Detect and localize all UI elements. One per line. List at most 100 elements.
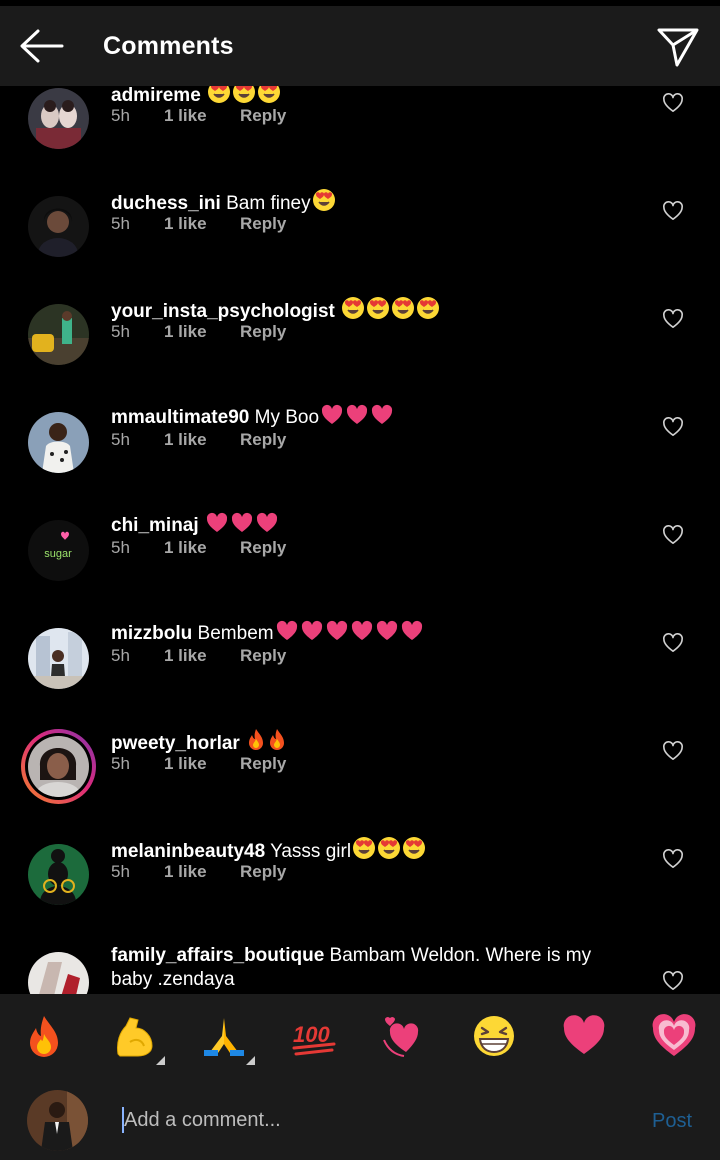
likes-link[interactable]: 1 like xyxy=(164,646,207,666)
avatar[interactable] xyxy=(28,304,89,365)
story-ring[interactable] xyxy=(21,729,96,804)
like-heart-icon[interactable] xyxy=(662,849,684,869)
send-icon[interactable] xyxy=(656,26,700,68)
reply-button[interactable]: Reply xyxy=(240,430,286,450)
comment-row: duchess_ini Bam finey 5h 1 like Reply xyxy=(0,180,720,288)
timestamp: 5h xyxy=(111,862,130,881)
comment-text-line2: baby .zendaya xyxy=(111,969,235,990)
reply-button[interactable]: Reply xyxy=(240,214,286,234)
username-link[interactable]: your_insta_psychologist xyxy=(111,301,335,322)
likes-link[interactable]: 1 like xyxy=(164,754,207,774)
pink-heart-emoji xyxy=(320,404,344,433)
pink-heart-emoji xyxy=(205,512,229,541)
like-heart-icon[interactable] xyxy=(662,201,684,221)
like-heart-icon[interactable] xyxy=(662,525,684,545)
avatar[interactable] xyxy=(28,628,89,689)
header-bar: Comments xyxy=(0,6,720,86)
avatar[interactable] xyxy=(28,412,89,473)
heart-eyes-emoji xyxy=(377,836,401,867)
heart-eyes-emoji xyxy=(366,296,390,327)
like-heart-icon[interactable] xyxy=(662,309,684,329)
reply-button[interactable]: Reply xyxy=(240,646,286,666)
comment-row: pweety_horlar 5h 1 like Reply xyxy=(0,720,720,828)
like-heart-icon[interactable] xyxy=(662,633,684,653)
comment-text: mizzbolu Bembem xyxy=(111,620,424,649)
username-link[interactable]: admireme xyxy=(111,86,201,106)
page-title: Comments xyxy=(103,32,234,60)
comment-text: family_affairs_boutique Bambam Weldon. W… xyxy=(111,945,592,966)
comment-row: your_insta_psychologist 5h 1 like Reply xyxy=(0,288,720,396)
avatar-sugar-text: sugar xyxy=(44,548,72,560)
reply-button[interactable]: Reply xyxy=(240,754,286,774)
reply-button[interactable]: Reply xyxy=(240,862,286,882)
comment-row: melaninbeauty48 Yasss girl 5h 1 like Rep… xyxy=(0,828,720,936)
svg-text:100: 100 xyxy=(293,1022,330,1047)
timestamp: 5h xyxy=(111,214,130,233)
like-heart-icon[interactable] xyxy=(662,741,684,761)
pink-heart-emoji xyxy=(350,620,374,649)
pink-heart-emoji xyxy=(375,620,399,649)
pink-heart-emoji xyxy=(370,404,394,433)
avatar[interactable] xyxy=(28,952,89,994)
likes-link[interactable]: 1 like xyxy=(164,214,207,234)
comments-list[interactable]: admireme 5h 1 like Reply duchess_ini Bam… xyxy=(0,86,720,994)
likes-link[interactable]: 1 like xyxy=(164,106,207,126)
likes-link[interactable]: 1 like xyxy=(164,862,207,882)
timestamp: 5h xyxy=(111,754,130,773)
likes-link[interactable]: 1 like xyxy=(164,430,207,450)
like-heart-icon[interactable] xyxy=(662,93,684,113)
reply-button[interactable]: Reply xyxy=(240,322,286,342)
grinning-squinting-face-emoji-button[interactable] xyxy=(470,1012,518,1060)
avatar[interactable]: sugar xyxy=(28,520,89,581)
likes-link[interactable]: 1 like xyxy=(164,322,207,342)
flexed-biceps-emoji-button[interactable] xyxy=(110,1012,158,1060)
timestamp: 5h xyxy=(111,538,130,557)
avatar[interactable] xyxy=(28,196,89,257)
pink-heart-emoji xyxy=(345,404,369,433)
hundred-points-emoji-button[interactable]: 100 xyxy=(290,1012,338,1060)
comment-row: mizzbolu Bembem 5h 1 like Reply xyxy=(0,612,720,720)
folded-hands-emoji-button[interactable] xyxy=(200,1012,248,1060)
revolving-hearts-emoji-button[interactable] xyxy=(380,1012,428,1060)
pink-heart-emoji xyxy=(325,620,349,649)
reply-button[interactable]: Reply xyxy=(240,538,286,558)
heart-eyes-emoji xyxy=(416,296,440,327)
heart-eyes-emoji xyxy=(352,836,376,867)
username-link[interactable]: chi_minaj xyxy=(111,515,199,536)
comment-input[interactable] xyxy=(112,1100,612,1140)
likes-link[interactable]: 1 like xyxy=(164,538,207,558)
comment-row: mmaultimate90 My Boo 5h 1 like Reply xyxy=(0,396,720,504)
heart-eyes-emoji xyxy=(312,188,336,219)
username-link[interactable]: melaninbeauty48 xyxy=(111,841,265,862)
skin-tone-indicator xyxy=(246,1056,255,1065)
avatar xyxy=(28,736,89,797)
heart-eyes-emoji xyxy=(341,296,365,327)
timestamp: 5h xyxy=(111,106,130,125)
fire-emoji-button[interactable] xyxy=(20,1012,68,1060)
like-heart-icon[interactable] xyxy=(662,971,684,991)
reply-button[interactable]: Reply xyxy=(240,106,286,126)
pink-heart-emoji xyxy=(255,512,279,541)
emoji-quick-bar: 100 xyxy=(0,994,720,1078)
username-link[interactable]: mmaultimate90 xyxy=(111,407,249,428)
username-link[interactable]: mizzbolu xyxy=(111,623,192,644)
username-link[interactable]: pweety_horlar xyxy=(111,733,240,754)
back-arrow-icon[interactable] xyxy=(18,28,64,64)
current-user-avatar xyxy=(27,1090,88,1151)
like-heart-icon[interactable] xyxy=(662,417,684,437)
username-link[interactable]: family_affairs_boutique xyxy=(111,945,324,966)
heart-eyes-emoji xyxy=(207,86,231,111)
avatar[interactable] xyxy=(28,844,89,905)
comment-text: duchess_ini Bam finey xyxy=(111,188,336,219)
post-button[interactable]: Post xyxy=(652,1110,692,1133)
timestamp: 5h xyxy=(111,646,130,665)
text-cursor xyxy=(122,1107,124,1133)
avatar[interactable] xyxy=(28,88,89,149)
sparkling-heart-emoji-button[interactable] xyxy=(650,1012,698,1060)
comment-composer: Post xyxy=(0,1078,720,1160)
pink-heart-emoji xyxy=(300,620,324,649)
pink-heart-emoji xyxy=(400,620,424,649)
username-link[interactable]: duchess_ini xyxy=(111,193,221,214)
comment-row: sugar chi_minaj 5h 1 like Reply xyxy=(0,504,720,612)
red-heart-emoji-button[interactable] xyxy=(560,1012,608,1060)
